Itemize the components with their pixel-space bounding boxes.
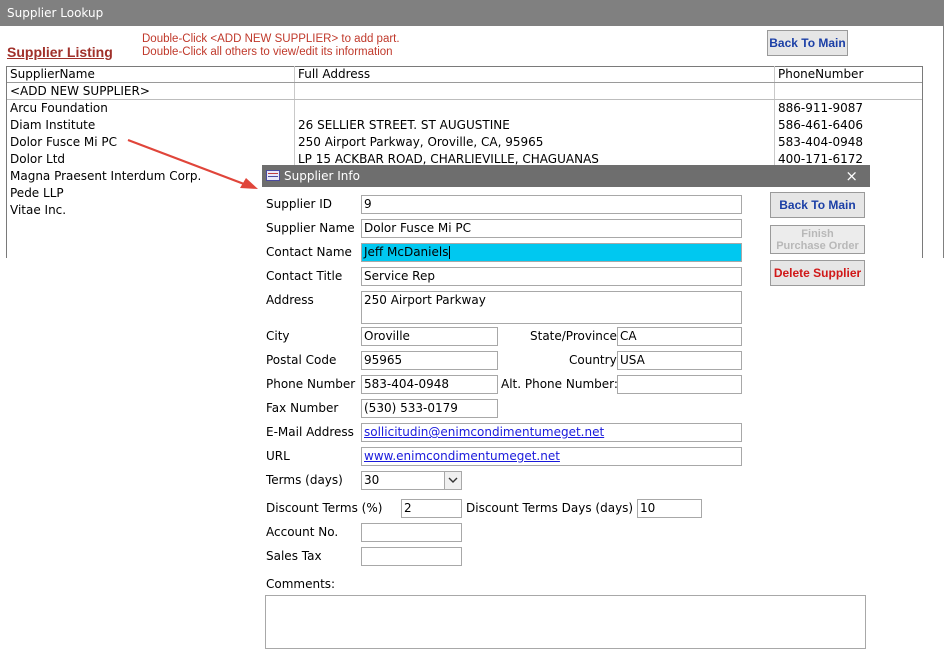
alt-phone-field[interactable] <box>617 375 742 394</box>
terms-label: Terms (days) <box>266 473 343 487</box>
column-header-phone-number[interactable]: PhoneNumber <box>778 66 863 82</box>
list-item-address[interactable]: 250 Airport Parkway, Oroville, CA, 95965 <box>298 134 543 151</box>
phone-number-label: Phone Number <box>266 377 356 391</box>
finish-purchase-order-button[interactable]: Finish Purchase Order <box>770 225 865 254</box>
contact-name-field[interactable]: Jeff McDaniels <box>361 243 742 262</box>
lookup-back-to-main-button[interactable]: Back To Main <box>767 30 848 56</box>
fax-number-field[interactable]: (530) 533-0179 <box>361 399 498 418</box>
terms-value: 30 <box>364 473 380 487</box>
chevron-down-icon <box>448 477 458 483</box>
list-item[interactable]: Pede LLP <box>10 185 64 202</box>
sales-tax-label: Sales Tax <box>266 549 322 563</box>
url-field[interactable]: www.enimcondimentumeget.net <box>361 447 742 466</box>
dropdown-button[interactable] <box>444 472 461 489</box>
text-cursor <box>449 246 451 259</box>
list-item-phone[interactable]: 586-461-6406 <box>778 117 863 134</box>
finish-label-line2: Purchase Order <box>776 239 859 252</box>
terms-select[interactable]: 30 <box>361 471 462 490</box>
list-item[interactable]: Vitae Inc. <box>10 202 66 219</box>
supplier-name-field[interactable]: Dolor Fusce Mi PC <box>361 219 742 238</box>
hint-add-supplier: Double-Click <ADD NEW SUPPLIER> to add p… <box>142 33 400 45</box>
country-field[interactable]: USA <box>617 351 742 370</box>
city-field[interactable]: Oroville <box>361 327 498 346</box>
supplier-name-label: Supplier Name <box>266 221 355 235</box>
discount-days-field[interactable]: 10 <box>637 499 702 518</box>
city-label: City <box>266 329 290 343</box>
supplier-info-title: Supplier Info <box>284 169 360 183</box>
contact-title-field[interactable]: Service Rep <box>361 267 742 286</box>
contact-title-label: Contact Title <box>266 269 343 283</box>
country-label: Country <box>569 353 617 367</box>
info-back-to-main-button[interactable]: Back To Main <box>770 192 865 218</box>
sales-tax-field[interactable] <box>361 547 462 566</box>
address-field[interactable]: 250 Airport Parkway <box>361 291 742 324</box>
supplier-id-field[interactable]: 9 <box>361 195 742 214</box>
list-item-phone[interactable]: 583-404-0948 <box>778 134 863 151</box>
list-item[interactable]: Diam Institute <box>10 117 95 134</box>
discount-days-label: Discount Terms Days (days) <box>466 501 634 515</box>
postal-code-field[interactable]: 95965 <box>361 351 498 370</box>
list-item[interactable]: Arcu Foundation <box>10 100 108 117</box>
supplier-info-title-bar[interactable]: Supplier Info × <box>262 165 870 187</box>
url-label: URL <box>266 449 290 463</box>
email-label: E-Mail Address <box>266 425 354 439</box>
state-label: State/Province <box>530 329 617 343</box>
discount-terms-label: Discount Terms (%) <box>266 501 383 515</box>
supplier-listing-title: Supplier Listing <box>7 44 113 60</box>
alt-phone-label: Alt. Phone Number: <box>501 377 618 391</box>
url-link[interactable]: www.enimcondimentumeget.net <box>364 449 560 463</box>
close-icon[interactable]: × <box>845 165 858 187</box>
postal-code-label: Postal Code <box>266 353 337 367</box>
finish-label-line1: Finish <box>801 227 834 240</box>
supplier-id-label: Supplier ID <box>266 197 333 211</box>
fax-number-label: Fax Number <box>266 401 339 415</box>
account-number-field[interactable] <box>361 523 462 542</box>
phone-number-field[interactable]: 583-404-0948 <box>361 375 498 394</box>
list-item[interactable]: Dolor Fusce Mi PC <box>10 134 117 151</box>
email-field[interactable]: sollicitudin@enimcondimentumeget.net <box>361 423 742 442</box>
lookup-window-title: Supplier Lookup <box>0 0 944 26</box>
discount-terms-field[interactable]: 2 <box>401 499 462 518</box>
email-link[interactable]: sollicitudin@enimcondimentumeget.net <box>364 425 604 439</box>
contact-name-value: Jeff McDaniels <box>364 245 449 259</box>
account-number-label: Account No. <box>266 525 339 539</box>
state-field[interactable]: CA <box>617 327 742 346</box>
column-header-supplier-name[interactable]: SupplierName <box>10 66 95 82</box>
list-item-address[interactable]: 26 SELLIER STREET. ST AUGUSTINE <box>298 117 510 134</box>
list-item[interactable]: Dolor Ltd <box>10 151 65 168</box>
list-item[interactable]: Magna Praesent Interdum Corp. <box>10 168 201 185</box>
contact-name-label: Contact Name <box>266 245 352 259</box>
delete-supplier-button[interactable]: Delete Supplier <box>770 260 865 286</box>
list-item[interactable]: <ADD NEW SUPPLIER> <box>10 83 150 100</box>
column-header-full-address[interactable]: Full Address <box>298 66 370 82</box>
comments-label: Comments: <box>266 577 336 591</box>
address-label: Address <box>266 293 314 307</box>
comments-field[interactable] <box>265 595 866 649</box>
form-icon <box>266 170 280 181</box>
list-item-phone[interactable]: 886-911-9087 <box>778 100 863 117</box>
hint-edit-supplier: Double-Click all others to view/edit its… <box>142 46 393 58</box>
